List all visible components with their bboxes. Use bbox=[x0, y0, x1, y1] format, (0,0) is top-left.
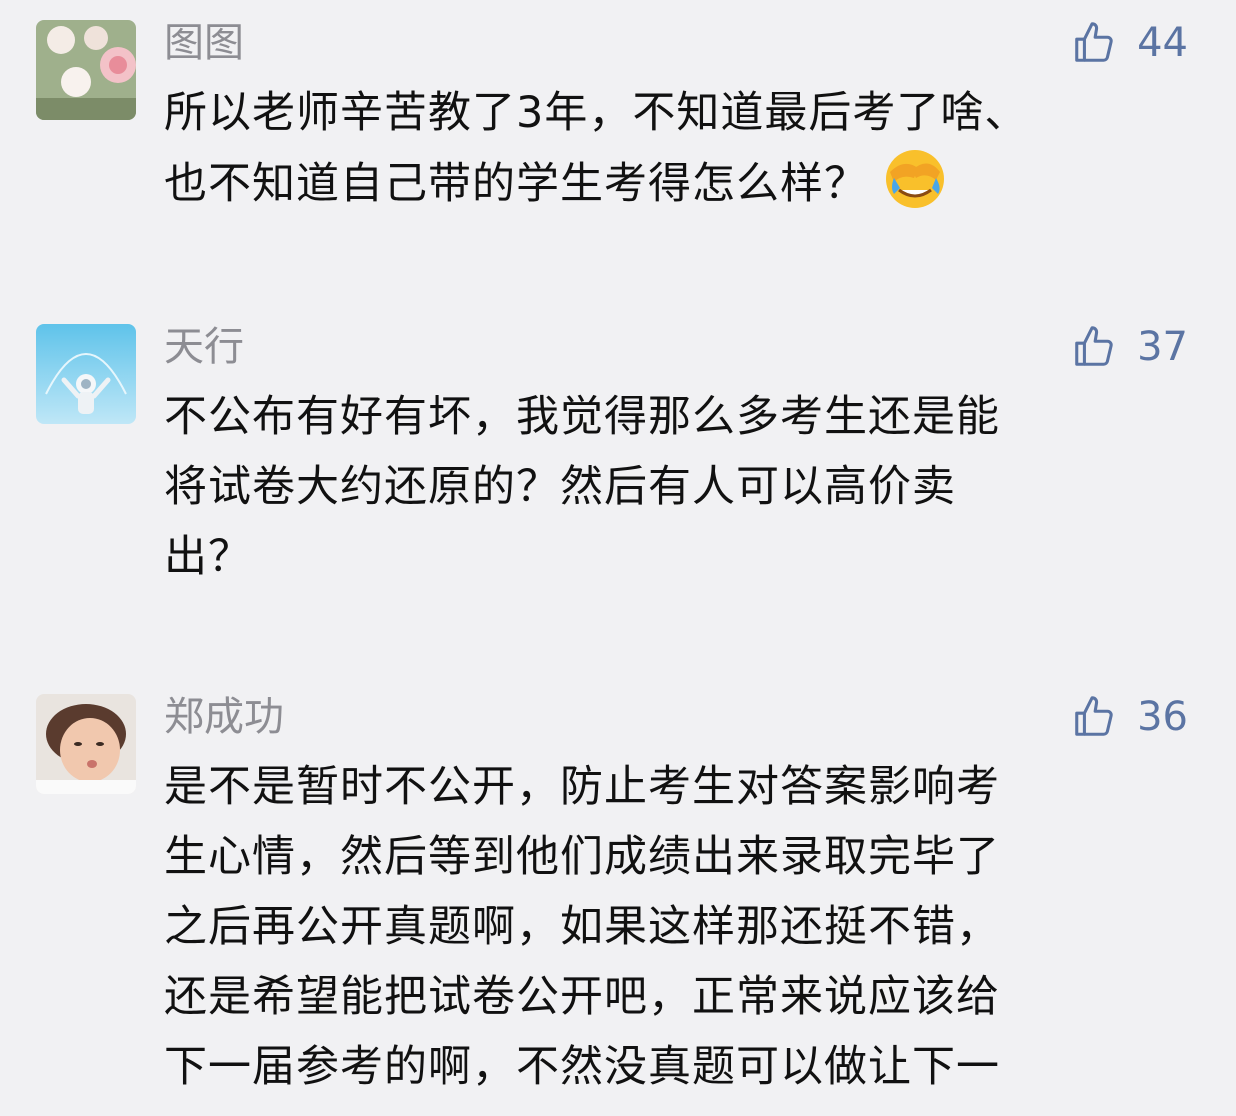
facepalm-crying-emoji-icon bbox=[886, 150, 944, 208]
thumbs-up-icon bbox=[1075, 326, 1113, 366]
comment-text: 不公布有好有坏，我觉得那么多考生还是能 将试卷大约还原的？然后有人可以高价卖 出… bbox=[164, 382, 1174, 592]
thumbs-up-icon bbox=[1075, 22, 1113, 62]
like-button[interactable]: 36 bbox=[1071, 692, 1188, 742]
like-count: 44 bbox=[1137, 20, 1188, 66]
like-count: 36 bbox=[1137, 694, 1188, 740]
user-avatar[interactable] bbox=[36, 694, 136, 794]
comment-line: 出？ bbox=[164, 532, 252, 582]
comment-line: 下一届参考的啊，不然没真题可以做让下一 bbox=[164, 1042, 1000, 1092]
like-button[interactable]: 44 bbox=[1071, 18, 1188, 68]
comment-line: 之后再公开真题啊，如果这样那还挺不错， bbox=[164, 902, 1000, 952]
comment-line: 还是希望能把试卷公开吧，正常来说应该给 bbox=[164, 972, 1000, 1022]
comment-line: 是不是暂时不公开，防止考生对答案影响考 bbox=[164, 762, 1000, 812]
user-avatar[interactable] bbox=[36, 20, 136, 120]
comment-line: 将试卷大约还原的？然后有人可以高价卖 bbox=[164, 462, 956, 512]
like-count: 37 bbox=[1137, 324, 1188, 370]
username[interactable]: 天行 bbox=[164, 322, 244, 372]
comment-line: 所以老师辛苦教了3年，不知道最后考了啥、 bbox=[164, 88, 1029, 138]
username[interactable]: 图图 bbox=[164, 18, 244, 68]
comment-line: 也不知道自己带的学生考得怎么样？ bbox=[164, 159, 868, 209]
comment-line-with-emoji: 也不知道自己带的学生考得怎么样？ bbox=[164, 148, 1174, 219]
comment-text: 是不是暂时不公开，防止考生对答案影响考 生心情，然后等到他们成绩出来录取完毕了 … bbox=[164, 752, 1174, 1102]
comment-line: 生心情，然后等到他们成绩出来录取完毕了 bbox=[164, 832, 1000, 882]
username[interactable]: 郑成功 bbox=[164, 692, 284, 742]
comment-text: 所以老师辛苦教了3年，不知道最后考了啥、 也不知道自己带的学生考得怎么样？ bbox=[164, 78, 1174, 219]
thumbs-up-icon bbox=[1075, 696, 1113, 736]
user-avatar[interactable] bbox=[36, 324, 136, 424]
like-button[interactable]: 37 bbox=[1071, 322, 1188, 372]
comment-line: 不公布有好有坏，我觉得那么多考生还是能 bbox=[164, 392, 1000, 442]
